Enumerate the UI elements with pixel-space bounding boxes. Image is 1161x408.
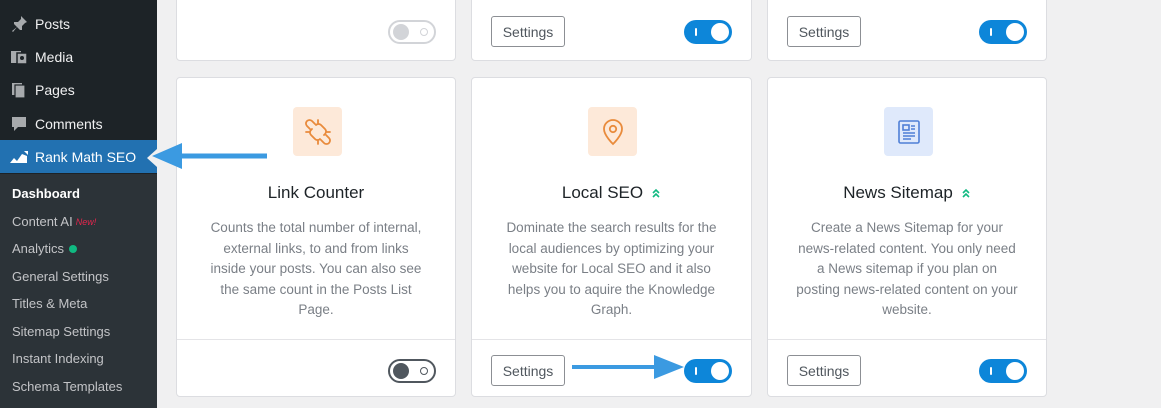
submenu-item-sitemap-settings[interactable]: Sitemap Settings xyxy=(12,324,110,339)
annotation-arrow-left xyxy=(152,143,267,169)
module-description: Create a News Sitemap for your news-rela… xyxy=(796,220,1018,317)
toggle-knob xyxy=(711,23,729,41)
module-card-local-seo: Local SEO Dominate the search results fo… xyxy=(471,77,752,397)
settings-button[interactable]: Settings xyxy=(491,16,565,47)
settings-button[interactable]: Settings xyxy=(491,355,565,386)
module-toggle[interactable] xyxy=(979,20,1027,44)
menu-item-label: Comments xyxy=(35,115,103,132)
toggle-bar xyxy=(695,367,697,375)
module-toggle[interactable] xyxy=(979,359,1027,383)
menu-item-rank-math-seo[interactable]: Rank Math SEO xyxy=(0,140,157,173)
module-description: Dominate the search results for the loca… xyxy=(506,220,717,317)
module-title: Link Counter xyxy=(267,183,365,202)
admin-sidebar: Posts Media Pages Comments Rank Math SEO… xyxy=(0,0,157,408)
module-toggle[interactable] xyxy=(388,20,436,44)
module-toggle[interactable] xyxy=(684,359,732,383)
menu-item-comments[interactable]: Comments xyxy=(0,107,157,140)
module-toggle[interactable] xyxy=(388,359,436,383)
submenu-item-instant-indexing[interactable]: Instant Indexing xyxy=(12,351,104,366)
module-card-top-3: Settings xyxy=(767,0,1047,61)
submenu-item-titles-meta[interactable]: Titles & Meta xyxy=(12,296,87,311)
submenu-item-content-ai[interactable]: Content AI New! xyxy=(12,214,96,229)
rank-math-submenu: Dashboard Content AI New! Analytics Gene… xyxy=(0,174,157,408)
menu-item-posts[interactable]: Posts xyxy=(0,7,157,40)
toggle-knob xyxy=(1006,362,1024,380)
toggle-ring xyxy=(420,367,428,375)
toggle-ring xyxy=(420,28,428,36)
news-icon xyxy=(884,107,933,156)
toggle-knob xyxy=(393,363,409,379)
menu-item-label: Rank Math SEO xyxy=(35,148,137,165)
new-badge: New! xyxy=(75,216,97,227)
settings-button[interactable]: Settings xyxy=(787,16,861,47)
broken-link-icon xyxy=(293,107,342,156)
submenu-item-analytics[interactable]: Analytics xyxy=(12,241,78,256)
toggle-knob xyxy=(393,24,409,40)
card-footer xyxy=(177,3,455,60)
module-card-link-counter: Link Counter Counts the total number of … xyxy=(176,77,456,397)
card-footer: Settings xyxy=(472,3,751,60)
comment-icon xyxy=(9,114,29,134)
menu-item-pages[interactable]: Pages xyxy=(0,73,157,106)
menu-item-label: Media xyxy=(35,48,74,65)
module-toggle[interactable] xyxy=(684,20,732,44)
media-icon xyxy=(9,47,29,67)
double-chevron-up-icon xyxy=(651,188,661,198)
module-title: News Sitemap xyxy=(768,183,1046,203)
module-card-top-2: Settings xyxy=(471,0,752,61)
card-footer: Settings xyxy=(768,339,1046,396)
toggle-bar xyxy=(990,28,992,36)
location-pin-icon xyxy=(588,107,637,156)
toggle-bar xyxy=(695,28,697,36)
module-title: Local SEO xyxy=(472,183,751,203)
module-card-top-1 xyxy=(176,0,456,61)
pin-icon xyxy=(9,14,29,34)
toggle-knob xyxy=(1006,23,1024,41)
menu-item-label: Posts xyxy=(35,15,71,32)
pages-icon xyxy=(9,80,29,100)
rank-math-icon xyxy=(9,147,29,167)
toggle-bar xyxy=(990,367,992,375)
card-footer xyxy=(177,339,455,396)
card-footer: Settings xyxy=(768,3,1046,60)
menu-item-label: Pages xyxy=(35,81,75,98)
menu-item-media[interactable]: Media xyxy=(0,40,157,73)
submenu-item-schema-templates[interactable]: Schema Templates xyxy=(12,379,122,394)
settings-button[interactable]: Settings xyxy=(787,355,861,386)
module-card-news-sitemap: News Sitemap Create a News Sitemap for y… xyxy=(767,77,1047,397)
submenu-item-dashboard[interactable]: Dashboard xyxy=(12,186,80,201)
module-description: Counts the total number of internal, ext… xyxy=(210,220,422,317)
annotation-arrow-right xyxy=(572,355,684,379)
toggle-knob xyxy=(711,362,729,380)
double-chevron-up-icon xyxy=(961,188,971,198)
submenu-item-general-settings[interactable]: General Settings xyxy=(12,269,109,284)
status-dot xyxy=(69,244,78,253)
